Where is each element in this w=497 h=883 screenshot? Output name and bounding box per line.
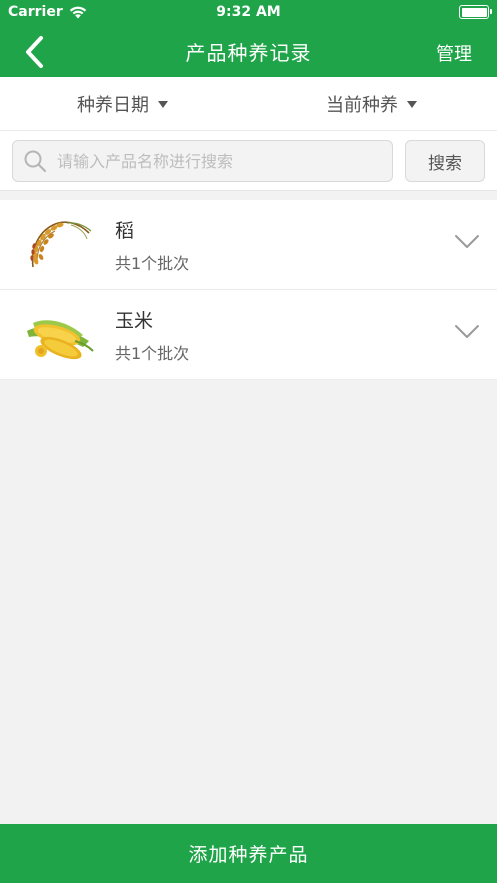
current-planting-filter[interactable]: 当前种养 xyxy=(326,91,417,117)
search-input[interactable] xyxy=(57,151,377,171)
list-item-rice[interactable]: 稻 共1个批次 xyxy=(0,200,497,290)
list-item-corn[interactable]: 玉米 共1个批次 xyxy=(0,290,497,380)
dropdown-triangle-icon xyxy=(158,101,168,108)
filter-bar: 种养日期 当前种养 xyxy=(0,77,497,131)
search-field[interactable] xyxy=(12,140,393,182)
corn-icon xyxy=(27,320,94,360)
product-name: 稻 xyxy=(115,220,135,242)
manage-button[interactable]: 管理 xyxy=(436,40,472,66)
search-button[interactable]: 搜索 xyxy=(405,140,485,182)
battery-icon xyxy=(459,5,492,19)
product-list: 稻 共1个批次 玉米 共1个批次 xyxy=(0,200,497,380)
batch-count: 共1个批次 xyxy=(115,254,190,273)
top-bar: Carrier 9:32 AM 产品种养记录 管理 xyxy=(0,0,497,77)
add-product-button[interactable]: 添加种养产品 xyxy=(0,824,497,883)
dropdown-triangle-icon xyxy=(407,101,417,108)
search-icon xyxy=(24,150,47,173)
planting-date-filter[interactable]: 种养日期 xyxy=(77,91,168,117)
batch-count: 共1个批次 xyxy=(115,344,190,363)
rice-stalk-icon xyxy=(30,221,92,268)
navigation-bar: 产品种养记录 管理 xyxy=(0,26,497,77)
chevron-down-icon[interactable] xyxy=(454,323,480,341)
chevron-down-icon[interactable] xyxy=(454,233,480,251)
product-name: 玉米 xyxy=(115,310,154,332)
status-time: 9:32 AM xyxy=(216,4,281,20)
status-bar: Carrier 9:32 AM xyxy=(0,0,497,26)
current-planting-filter-label: 当前种养 xyxy=(326,95,398,116)
search-bar: 搜索 xyxy=(0,131,497,191)
planting-date-filter-label: 种养日期 xyxy=(77,95,149,116)
page-title: 产品种养记录 xyxy=(185,41,312,65)
